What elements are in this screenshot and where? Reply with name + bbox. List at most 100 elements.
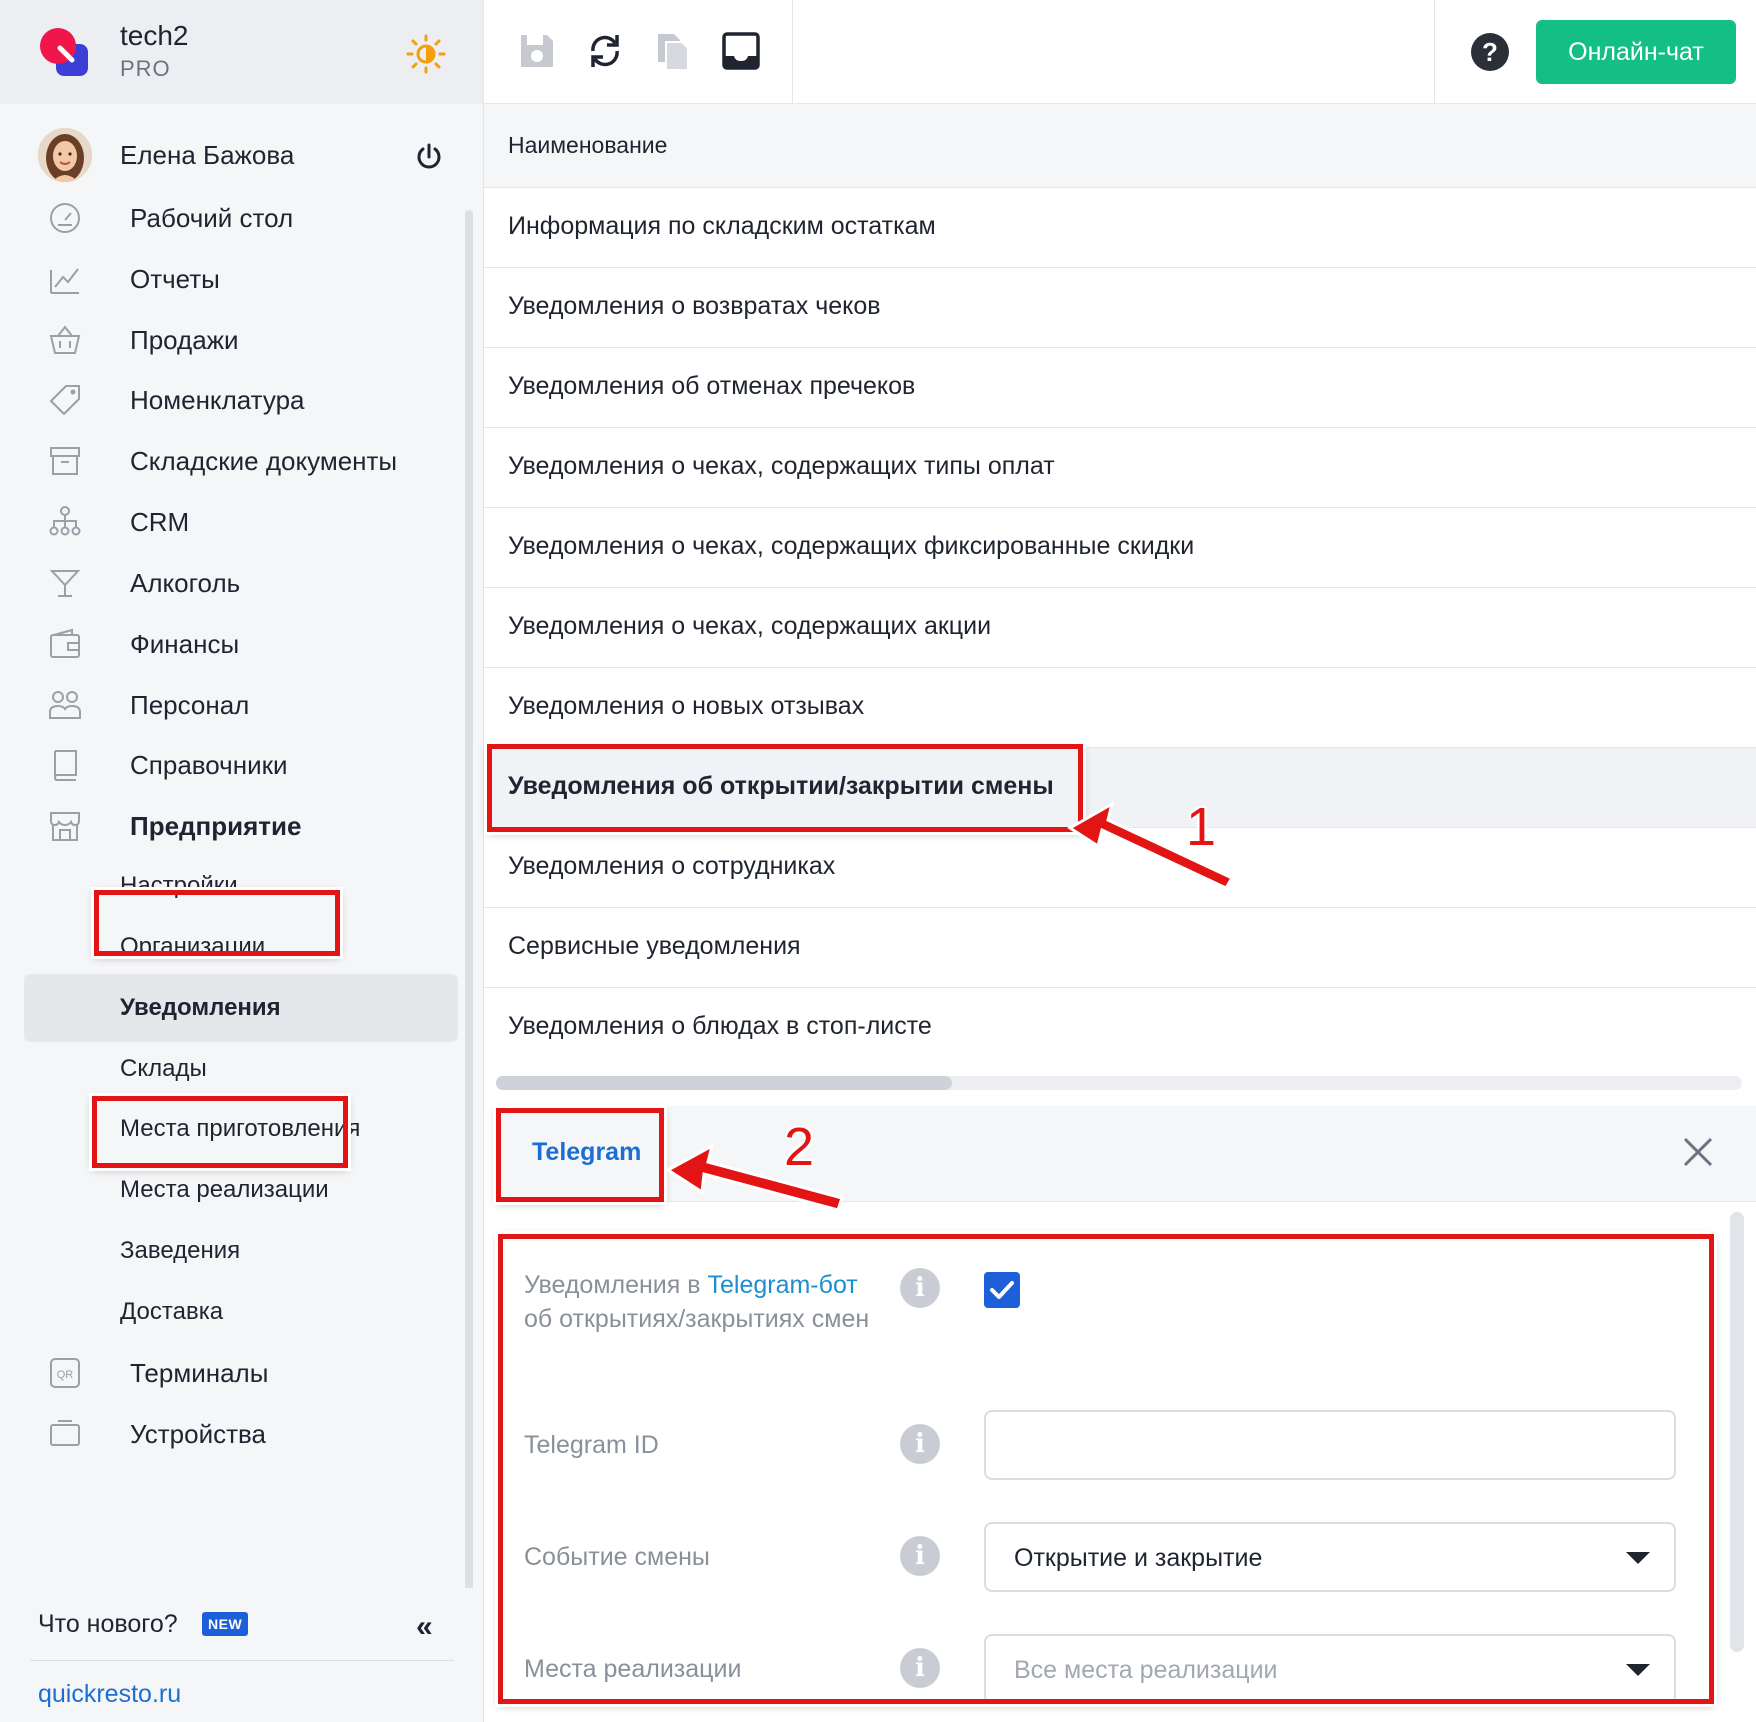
refresh-icon[interactable] [584,30,626,72]
nav-item-enterprise[interactable]: Предприятие [0,791,460,859]
nav-label: Финансы [130,629,240,659]
brand-header: tech2 PRO [0,0,483,104]
telegram-id-input[interactable] [984,1410,1676,1480]
column-header-name: Наименование [508,132,668,158]
info-icon[interactable]: i [900,1536,940,1576]
nav-item-nomenclature[interactable]: Номенклатура [0,365,460,433]
nav-item-staff[interactable]: Персонал [0,670,460,738]
sub-item-establishments[interactable]: Заведения [0,1217,460,1285]
nav-item-dashboard[interactable]: Рабочий стол [0,183,460,251]
table-row-selected[interactable]: Уведомления об открытии/закрытии смены [484,748,1756,828]
row-label: Уведомления о новых отзывах [508,692,865,720]
svg-text:?: ? [1482,37,1498,67]
table-row[interactable]: Уведомления о возвратах чеков [484,268,1756,348]
nav-label: Предприятие [130,811,302,841]
people-icon [49,691,81,719]
copy-icon[interactable] [652,30,694,72]
sidebar-scrollbar[interactable] [465,210,473,1590]
store-icon [50,812,80,841]
sub-item-organizations[interactable]: Организации [0,913,460,981]
nav-item-devices[interactable]: Устройства [0,1399,460,1467]
sale-places-select[interactable]: Все места реализации [984,1634,1676,1704]
table-row[interactable]: Информация по складским остаткам [484,188,1756,268]
checkmark-icon [990,1281,1014,1299]
info-icon[interactable]: i [900,1648,940,1688]
row-label: Уведомления об открытии/закрытии смены [508,772,1054,800]
notify-telegram-checkbox[interactable] [984,1272,1020,1308]
telegram-id-label: Telegram ID [524,1431,659,1459]
inbox-icon[interactable] [720,30,762,72]
row-label: Уведомления о блюдах в стоп-листе [508,1012,932,1040]
theme-sun-icon[interactable] [406,34,446,74]
quickresto-logo-icon [40,28,88,76]
sidebar: tech2 PRO Елена Бажова Рабочий стол Отче… [0,0,484,1722]
sub-item-cooking-places[interactable]: Места приготовления [0,1095,460,1163]
nav-item-warehouse-docs[interactable]: Складские документы [0,426,460,494]
power-icon[interactable] [414,142,444,172]
brand-plan: PRO [120,56,171,81]
sub-item-settings[interactable]: Настройки [0,852,460,920]
row-label: Уведомления о чеках, содержащих акции [508,612,992,640]
nav-label: Складские документы [130,446,398,476]
sale-places-label: Места реализации [524,1655,742,1683]
tab-telegram[interactable]: Telegram [532,1138,641,1167]
notify-telegram-label: Уведомления в Telegram-бот об открытиях/… [524,1268,884,1336]
table-row[interactable]: Уведомления о сотрудниках [484,828,1756,908]
nav-label: CRM [130,507,190,537]
form-scrollbar[interactable] [1730,1212,1744,1652]
toolbar-separator [1434,0,1435,104]
table-horizontal-scrollbar[interactable] [496,1076,1742,1090]
shift-event-label: Событие смены [524,1543,710,1571]
dashboard-icon [50,203,80,233]
table-header[interactable]: Наименование [484,104,1756,188]
sub-item-delivery[interactable]: Доставка [0,1278,460,1346]
help-icon[interactable]: ? [1470,32,1510,72]
telegram-bot-link[interactable]: Telegram-бот [707,1271,857,1299]
avatar[interactable] [38,128,92,182]
nav-label: Персонал [130,690,250,720]
nav-label: Рабочий стол [130,203,294,233]
info-icon[interactable]: i [900,1268,940,1308]
nav-item-reports[interactable]: Отчеты [0,244,460,312]
row-label: Уведомления о чеках, содержащих фиксиров… [508,532,1195,560]
sub-item-warehouses[interactable]: Склады [0,1035,460,1103]
cocktail-icon [49,570,81,597]
nav-item-crm[interactable]: CRM [0,487,460,555]
scrollbar-thumb[interactable] [496,1076,952,1090]
sub-item-label: Доставка [120,1298,224,1325]
nav-item-finance[interactable]: Финансы [0,609,460,677]
basket-icon [49,325,81,354]
table-row[interactable]: Уведомления о чеках, содержащих типы опл… [484,428,1756,508]
table-row[interactable]: Уведомления о чеках, содержащих фиксиров… [484,508,1756,588]
telegram-settings-form: Уведомления в Telegram-бот об открытиях/… [494,1202,1756,1722]
notify-prefix: Уведомления в [524,1271,708,1299]
nav-item-alcohol[interactable]: Алкоголь [0,548,460,616]
sub-item-notifications[interactable]: Уведомления [24,974,458,1042]
nav-item-references[interactable]: Справочники [0,730,460,798]
close-icon[interactable] [1680,1134,1716,1170]
nav-label: Номенклатура [130,385,305,415]
row-label: Уведомления о сотрудниках [508,852,836,880]
site-link[interactable]: quickresto.ru [38,1680,181,1709]
info-icon[interactable]: i [900,1424,940,1464]
table-row[interactable]: Сервисные уведомления [484,908,1756,988]
nav-item-sales[interactable]: Продажи [0,305,460,373]
whats-new-link[interactable]: Что нового? [38,1610,178,1639]
nav-item-terminals[interactable]: QR Терминалы [0,1338,460,1406]
sub-item-label: Места реализации [120,1176,329,1203]
nav-label: Справочники [130,750,288,780]
table-row[interactable]: Уведомления о блюдах в стоп-листе [484,988,1756,1068]
user-name: Елена Бажова [120,140,295,170]
sub-item-label: Заведения [120,1237,241,1264]
table-row[interactable]: Уведомления о чеках, содержащих акции [484,588,1756,668]
table-row[interactable]: Уведомления об отменах пречеков [484,348,1756,428]
row-label: Уведомления о возвратах чеков [508,292,881,320]
sub-item-sale-places[interactable]: Места реализации [0,1156,460,1224]
table-row[interactable]: Уведомления о новых отзывах [484,668,1756,748]
collapse-sidebar-icon[interactable]: « [416,1610,433,1644]
nav-label: Отчеты [130,264,220,294]
save-icon[interactable] [516,30,558,72]
sale-places-placeholder: Все места реализации [1014,1656,1278,1684]
shift-event-select[interactable]: Открытие и закрытие [984,1522,1676,1592]
online-chat-button[interactable]: Онлайн-чат [1536,20,1736,84]
